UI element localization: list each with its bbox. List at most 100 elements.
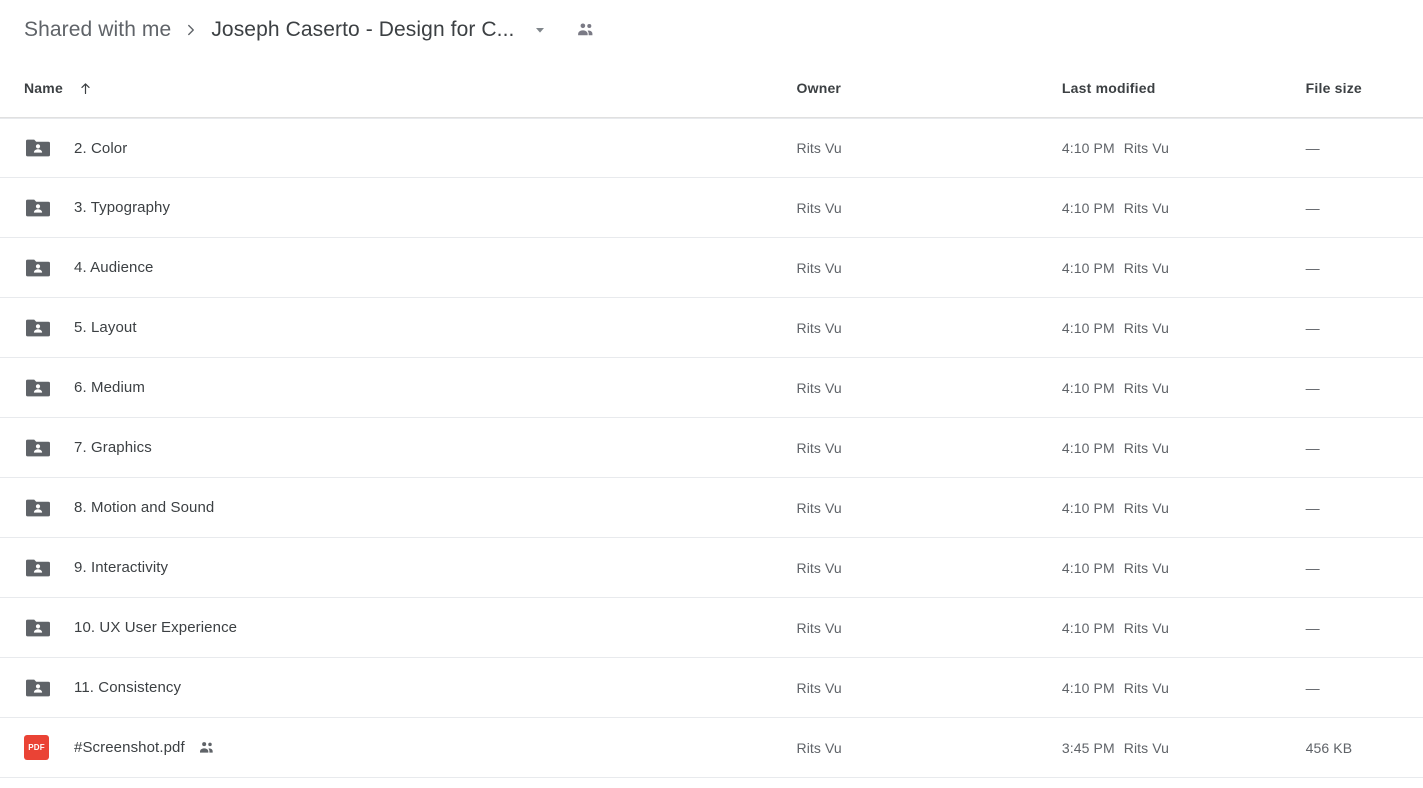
- row-modified-time: 4:10 PM: [1061, 559, 1115, 576]
- row-name-cell[interactable]: 3. Typography: [24, 196, 797, 220]
- row-file-size-cell: 456 KB: [1305, 739, 1353, 756]
- row-name-cell[interactable]: 4. Audience: [24, 256, 797, 280]
- row-modified-by: Rits Vu: [1123, 499, 1170, 516]
- row-name-cell[interactable]: 6. Medium: [24, 376, 797, 400]
- shared-folder-icon: [24, 376, 54, 400]
- row-name-label: 4. Audience: [74, 259, 154, 276]
- shared-folder-icon: [24, 256, 54, 280]
- row-last-modified-cell: 4:10 PM Rits Vu: [1062, 200, 1306, 216]
- table-row[interactable]: 6. Medium Rits Vu 4:10 PM Rits Vu —: [0, 358, 1423, 418]
- table-row[interactable]: 7. Graphics Rits Vu 4:10 PM Rits Vu —: [0, 418, 1423, 478]
- people-shared-icon[interactable]: [575, 19, 597, 41]
- row-modified-by: Rits Vu: [1123, 319, 1170, 336]
- row-name-cell[interactable]: 8. Motion and Sound: [24, 496, 797, 520]
- row-modified-time: 4:10 PM: [1061, 439, 1115, 456]
- breadcrumb-parent-link[interactable]: Shared with me: [24, 18, 171, 42]
- row-modified-time: 4:10 PM: [1061, 259, 1115, 276]
- row-name-cell[interactable]: 10. UX User Experience: [24, 616, 797, 640]
- row-modified-time: 4:10 PM: [1061, 679, 1115, 696]
- file-list-table: Name Owner Last modified File size 2. Co…: [0, 59, 1423, 778]
- row-modified-time: 4:10 PM: [1061, 199, 1115, 216]
- row-name-cell[interactable]: PDF #Screenshot.pdf: [24, 735, 797, 760]
- row-modified-time: 4:10 PM: [1061, 379, 1115, 396]
- pdf-file-icon: PDF: [24, 735, 54, 760]
- row-file-size-cell: —: [1305, 199, 1320, 216]
- column-header-name-label: Name: [24, 80, 63, 96]
- row-modified-by: Rits Vu: [1123, 619, 1170, 636]
- table-row[interactable]: 4. Audience Rits Vu 4:10 PM Rits Vu —: [0, 238, 1423, 298]
- table-body: 2. Color Rits Vu 4:10 PM Rits Vu — 3. Typogra…: [0, 118, 1423, 778]
- row-name-label: 8. Motion and Sound: [74, 499, 215, 516]
- shared-folder-icon: [24, 136, 54, 160]
- row-name-cell[interactable]: 9. Interactivity: [24, 556, 797, 580]
- row-modified-time: 4:10 PM: [1061, 499, 1115, 516]
- row-last-modified-cell: 4:10 PM Rits Vu: [1062, 620, 1306, 636]
- row-owner-cell: Rits Vu: [796, 559, 842, 576]
- arrow-up-icon[interactable]: [77, 80, 94, 97]
- shared-folder-icon: [24, 436, 54, 460]
- row-file-size-cell: —: [1305, 259, 1320, 276]
- table-row[interactable]: 10. UX User Experience Rits Vu 4:10 PM Rits…: [0, 598, 1423, 658]
- row-owner-cell: Rits Vu: [796, 739, 842, 756]
- row-name-label: 6. Medium: [74, 379, 145, 396]
- table-row[interactable]: 11. Consistency Rits Vu 4:10 PM Rits Vu —: [0, 658, 1423, 718]
- row-last-modified-cell: 4:10 PM Rits Vu: [1062, 140, 1306, 156]
- row-name-cell[interactable]: 7. Graphics: [24, 436, 797, 460]
- shared-folder-icon: [24, 196, 54, 220]
- row-file-size-cell: —: [1305, 439, 1320, 456]
- row-file-size-cell: —: [1305, 319, 1320, 336]
- shared-folder-icon: [24, 676, 54, 700]
- row-modified-by: Rits Vu: [1123, 199, 1170, 216]
- row-name-label: 11. Consistency: [74, 679, 182, 696]
- shared-folder-icon: [24, 616, 54, 640]
- row-modified-by: Rits Vu: [1123, 679, 1170, 696]
- pdf-badge-label: PDF: [24, 735, 49, 760]
- shared-folder-icon: [24, 316, 54, 340]
- column-header-last-modified[interactable]: Last modified: [1062, 80, 1306, 96]
- shared-folder-icon: [24, 556, 54, 580]
- row-file-size-cell: —: [1305, 499, 1320, 516]
- row-last-modified-cell: 4:10 PM Rits Vu: [1062, 320, 1306, 336]
- row-owner-cell: Rits Vu: [796, 619, 842, 636]
- column-header-file-size[interactable]: File size: [1306, 80, 1399, 96]
- table-row[interactable]: 8. Motion and Sound Rits Vu 4:10 PM Rits Vu…: [0, 478, 1423, 538]
- breadcrumb-current-folder[interactable]: Joseph Caserto - Design for C...: [211, 18, 514, 42]
- row-owner-cell: Rits Vu: [796, 379, 842, 396]
- table-row[interactable]: 9. Interactivity Rits Vu 4:10 PM Rits Vu —: [0, 538, 1423, 598]
- row-file-size-cell: —: [1305, 140, 1320, 156]
- row-owner-cell: Rits Vu: [796, 679, 842, 696]
- row-last-modified-cell: 4:10 PM Rits Vu: [1062, 560, 1306, 576]
- row-last-modified-cell: 4:10 PM Rits Vu: [1062, 440, 1306, 456]
- row-modified-by: Rits Vu: [1123, 439, 1170, 456]
- row-owner-cell: Rits Vu: [796, 499, 842, 516]
- row-name-label: 10. UX User Experience: [74, 619, 238, 636]
- row-name-label: 2. Color: [74, 139, 128, 157]
- row-name-cell[interactable]: 5. Layout: [24, 316, 797, 340]
- table-row[interactable]: 3. Typography Rits Vu 4:10 PM Rits Vu —: [0, 178, 1423, 238]
- row-owner-cell: Rits Vu: [796, 319, 842, 336]
- row-owner-cell: Rits Vu: [796, 140, 842, 156]
- row-modified-time: 4:10 PM: [1061, 140, 1115, 156]
- row-name-label: 7. Graphics: [74, 439, 152, 456]
- row-file-size-cell: —: [1305, 619, 1320, 636]
- row-owner-cell: Rits Vu: [796, 199, 842, 216]
- column-header-owner[interactable]: Owner: [797, 80, 1062, 96]
- row-name-label: 5. Layout: [74, 319, 137, 336]
- column-header-name[interactable]: Name: [24, 80, 797, 97]
- row-name-cell[interactable]: 11. Consistency: [24, 676, 797, 700]
- row-name-label: 3. Typography: [74, 199, 171, 216]
- chevron-down-icon[interactable]: [532, 22, 548, 38]
- table-row[interactable]: 2. Color Rits Vu 4:10 PM Rits Vu —: [0, 118, 1423, 178]
- row-last-modified-cell: 4:10 PM Rits Vu: [1062, 500, 1306, 516]
- row-file-size-cell: —: [1305, 679, 1320, 696]
- row-modified-by: Rits Vu: [1123, 140, 1170, 156]
- table-row[interactable]: PDF #Screenshot.pdf Rits Vu 3:45 PM Rits Vu 4…: [0, 718, 1423, 778]
- shared-folder-icon: [24, 496, 54, 520]
- row-name-label: 9. Interactivity: [74, 559, 169, 576]
- row-name-cell[interactable]: 2. Color: [24, 136, 797, 160]
- table-row[interactable]: 5. Layout Rits Vu 4:10 PM Rits Vu —: [0, 298, 1423, 358]
- row-last-modified-cell: 4:10 PM Rits Vu: [1062, 680, 1306, 696]
- row-last-modified-cell: 3:45 PM Rits Vu: [1062, 740, 1306, 756]
- shared-people-icon: [197, 738, 217, 758]
- row-modified-time: 4:10 PM: [1061, 619, 1115, 636]
